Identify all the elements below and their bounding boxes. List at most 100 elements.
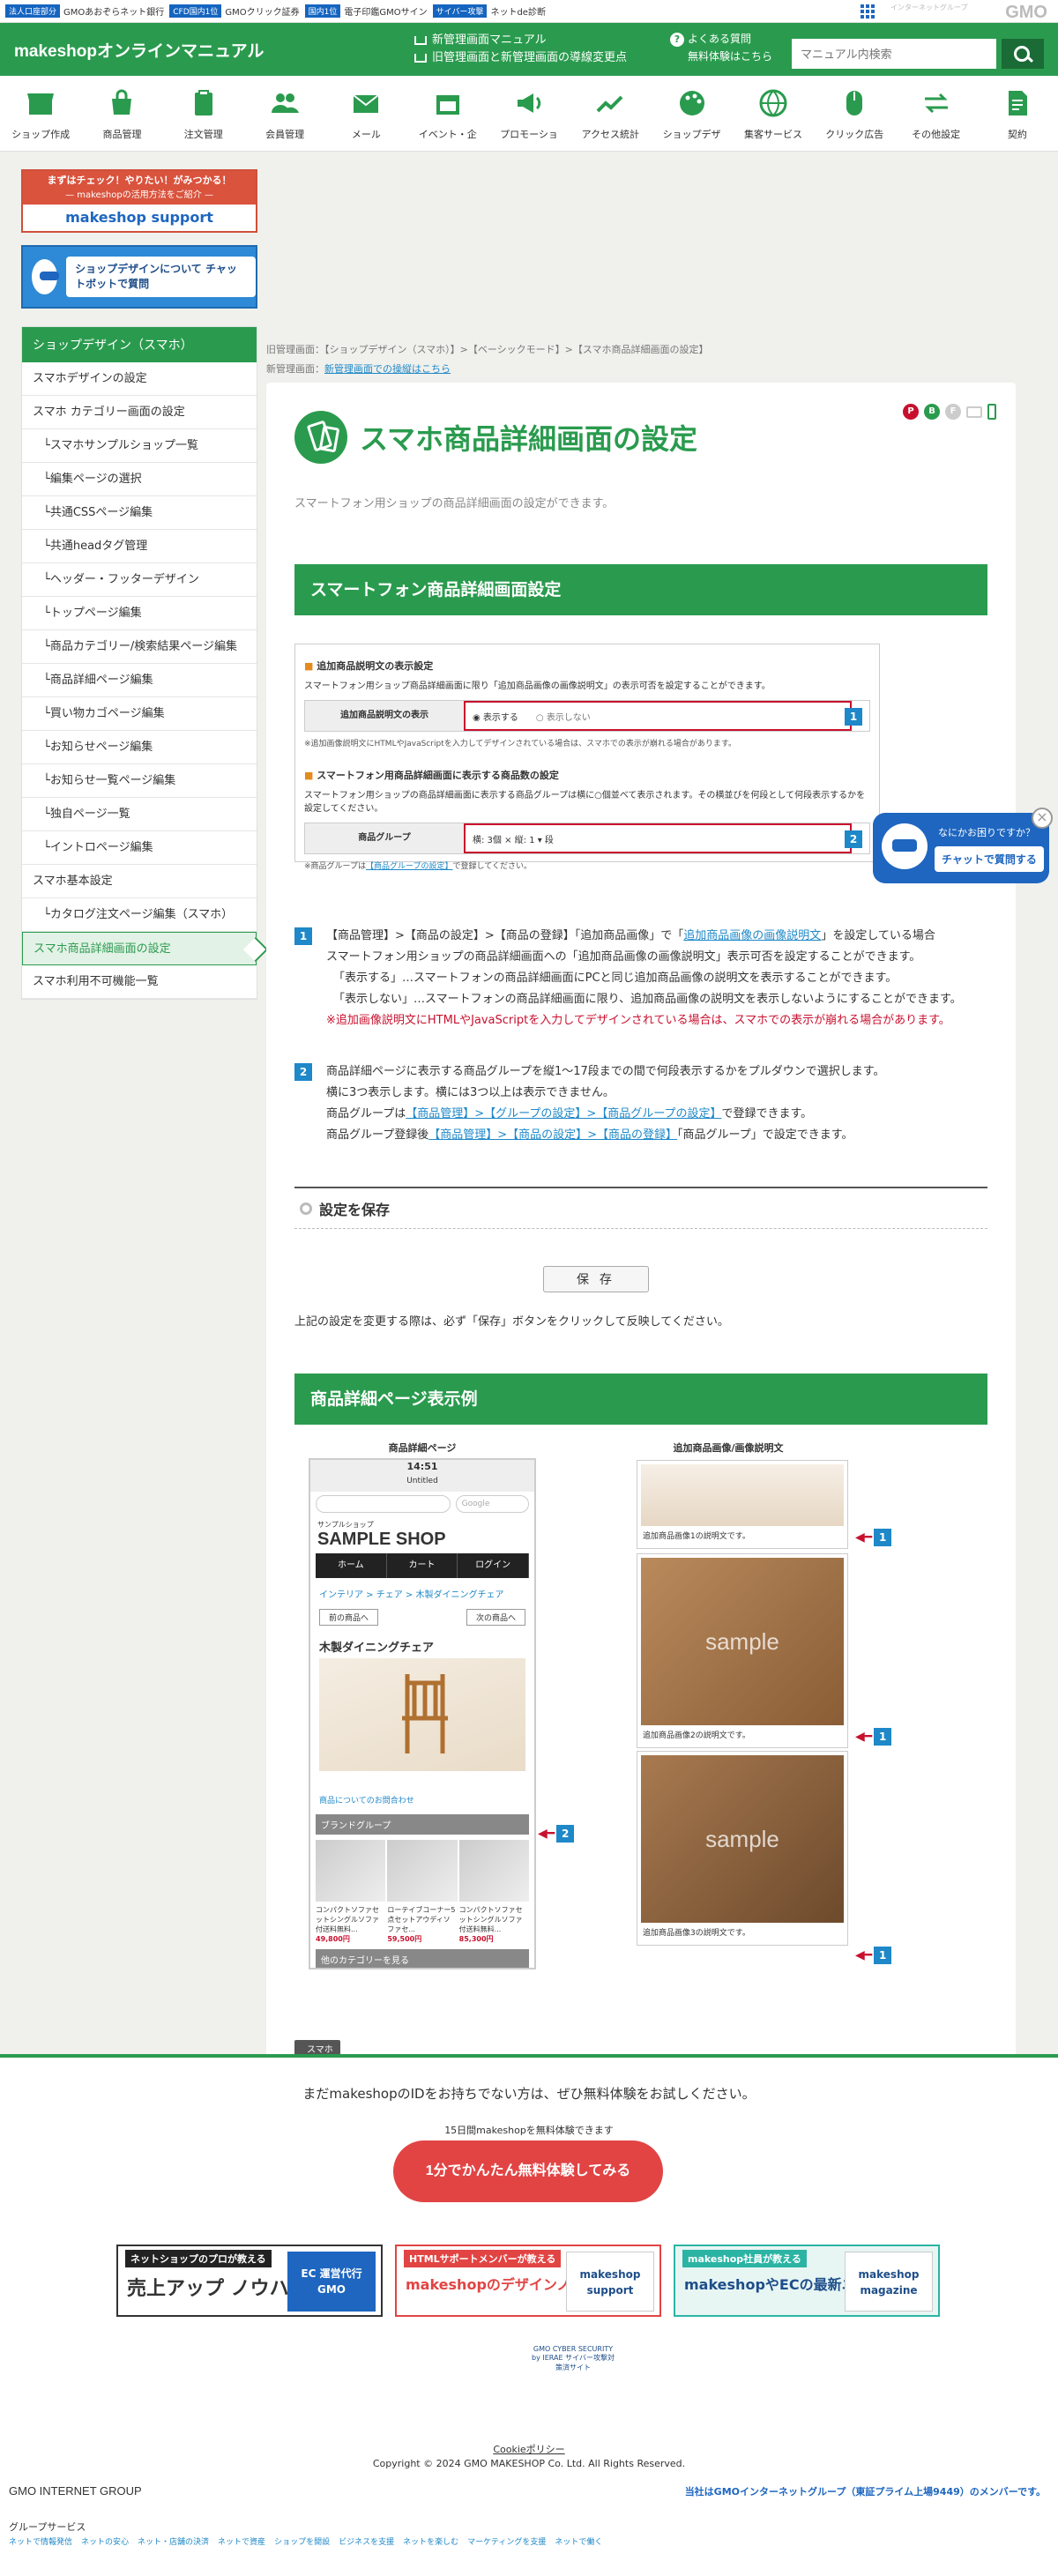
banner-logo: makeshop support <box>566 2252 654 2312</box>
gmo-logo[interactable]: GMO <box>1005 3 1047 23</box>
footer-banner-design[interactable]: HTMLサポートメンバーが教える makeshopのデザインノウハウ makes… <box>395 2245 661 2317</box>
other-category: 他のカテゴリーを見る <box>316 1949 529 1968</box>
side-nav-item[interactable]: スマホデザインの設定 <box>22 362 257 396</box>
side-nav-item[interactable]: スマホ基本設定 <box>22 865 257 898</box>
group-service-link[interactable]: ネットの安心 <box>81 2535 129 2547</box>
search-input[interactable] <box>792 39 996 69</box>
group-service-link[interactable]: マーケティングを支援 <box>467 2535 546 2547</box>
group-service-link[interactable]: ネットで情報発信 <box>9 2535 72 2547</box>
gnav-item-mouse[interactable]: クリック広告 <box>814 76 895 151</box>
robot-icon <box>32 259 60 294</box>
product-image <box>458 1840 529 1902</box>
admin-change-link[interactable]: 旧管理画面と新管理画面の導線変更点 <box>414 49 627 67</box>
gmo-sub: インターネットグループ <box>890 4 968 11</box>
side-nav-item[interactable]: └お知らせ一覧ページ編集 <box>22 764 257 798</box>
free-trial-link[interactable]: 無料体験はこちら <box>670 48 772 65</box>
gnav-item-clipboard[interactable]: 注文管理 <box>163 76 244 151</box>
group-service-link[interactable]: ネットを楽しむ <box>403 2535 458 2547</box>
gnav-label: 集客サービス <box>743 129 802 140</box>
banner-line: まずはチェック！やりたい！がみつかる！ <box>47 175 232 186</box>
side-nav-item[interactable]: └イントロページ編集 <box>22 831 257 865</box>
site-footer: まだmakeshopのIDをお持ちでない方は、ぜひ無料体験をお試しください。 1… <box>0 2054 1058 2576</box>
side-nav-item[interactable]: └トップページ編集 <box>22 597 257 630</box>
new-admin-manual-link[interactable]: 新管理画面マニュアル <box>414 32 627 49</box>
side-nav-item[interactable]: └カタログ注文ページ編集（スマホ） <box>22 898 257 932</box>
gmo-group-logo[interactable]: GMO INTERNET GROUP <box>9 2484 142 2498</box>
gnav-item-swap[interactable]: その他設定 <box>895 76 976 151</box>
group-service-link[interactable]: ネット・店舗の決済 <box>138 2535 209 2547</box>
arrow-left-icon: ◀━ <box>538 1827 555 1841</box>
section-heading-example: 商品詳細ページ表示例 <box>294 1374 987 1425</box>
gnav-item-calendar[interactable]: イベント・企 <box>407 76 488 151</box>
search-button[interactable] <box>1002 39 1044 69</box>
gnav-item-chart[interactable]: アクセス統計 <box>570 76 651 151</box>
save-heading: 設定を保存 <box>294 1187 987 1229</box>
group-service-link[interactable]: ネットで資産 <box>218 2535 265 2547</box>
plan-badge-free: F <box>945 404 961 420</box>
arrow-left-icon: ◀━ <box>855 1730 873 1744</box>
footer-banner-knowhow[interactable]: ネットショップのプロが教える 売上アップ ノウハウ EC 運営代行 GMO <box>116 2245 383 2317</box>
gnav-item-bag[interactable]: 商品管理 <box>81 76 162 151</box>
gnav-label: イベント・企 <box>418 129 477 140</box>
footer-banner-news[interactable]: makeshop社員が教える makeshopやECの最新ニュース makesh… <box>674 2245 940 2317</box>
gnav-item-contract[interactable]: 契約 <box>977 76 1058 151</box>
additional-image-description-link[interactable]: 追加商品画像の画像説明文 <box>683 929 821 942</box>
side-nav-item[interactable]: └共通CSSページ編集 <box>22 496 257 530</box>
banner-line: — makeshopの活用方法をご紹介 — <box>65 190 213 200</box>
chatbot-button[interactable]: チャットで質問する <box>935 846 1044 872</box>
chatbot-banner[interactable]: ショップデザインについて チャットボットで質問 <box>21 245 257 309</box>
side-nav-item[interactable]: └商品カテゴリー/検索結果ページ編集 <box>22 630 257 664</box>
site-logo[interactable]: makeshopオンラインマニュアル <box>14 38 264 62</box>
group-link-3[interactable]: 国内1位 電子印鑑GMOサイン <box>304 4 428 18</box>
group-link-1[interactable]: 法人口座部分 GMOあおぞらネット銀行 <box>5 4 164 18</box>
side-nav-item[interactable]: └買い物カゴページ編集 <box>22 697 257 731</box>
new-label: 新管理画面： <box>266 363 324 375</box>
gnav-item-users[interactable]: 会員管理 <box>244 76 325 151</box>
gnav-item-globe[interactable]: 集客サービス <box>733 76 814 151</box>
contract-icon <box>1001 86 1034 120</box>
group-link-4[interactable]: サイバー攻撃 ネットde診断 <box>432 4 546 18</box>
gnav-item-palette[interactable]: ショップデザ <box>652 76 733 151</box>
group-settings-link[interactable]: 【商品管理】>【グループの設定】>【商品グループの設定】 <box>406 1107 721 1120</box>
faq-link[interactable]: ? よくある質問 <box>670 30 772 48</box>
new-admin-link[interactable]: 新管理画面での操縦はこちら <box>324 363 451 375</box>
gnav-item-mail[interactable]: メール <box>325 76 406 151</box>
side-nav-item[interactable]: スマホ商品詳細画面の設定 <box>22 932 257 965</box>
side-nav-item[interactable]: └編集ページの選択 <box>22 463 257 496</box>
side-nav-header[interactable]: ショップデザイン（スマホ） <box>22 327 257 362</box>
group-service-link[interactable]: ビジネスを支援 <box>339 2535 394 2547</box>
group-service-link[interactable]: ネットで働く <box>555 2535 602 2547</box>
side-nav-item[interactable]: └ヘッダー・フッターデザイン <box>22 563 257 597</box>
group-link-2[interactable]: CFD国内1位 GMOクリック証券 <box>169 4 300 18</box>
shot-note-2: ※商品グループは【商品グループの設定】で登録してください。 <box>304 860 870 871</box>
support-banner[interactable]: まずはチェック！やりたい！がみつかる！ — makeshopの活用方法をご紹介 —… <box>21 169 257 233</box>
image-placeholder: sample <box>641 1755 844 1923</box>
side-nav-item[interactable]: スマホ カテゴリー画面の設定 <box>22 396 257 429</box>
pc-icon <box>966 406 982 418</box>
side-nav-item[interactable]: スマホ利用不可機能一覧 <box>22 965 257 999</box>
apps-grid-icon[interactable] <box>861 4 875 19</box>
group-service-link[interactable]: ショップを開設 <box>274 2535 330 2547</box>
product-register-link[interactable]: 【商品管理】>【商品の設定】>【商品の登録】 <box>428 1128 677 1142</box>
security-certification[interactable]: GMO CYBER SECURITY by IERAE サイバー攻撃対策済サイト <box>529 2345 617 2398</box>
plan-badges: P B F <box>903 404 996 420</box>
gnav-item-shop[interactable]: ショップ作成 <box>0 76 81 151</box>
arrow-left-icon: ◀━ <box>855 1948 873 1962</box>
gnav-label: その他設定 <box>912 129 961 140</box>
group-services-links: ネットで情報発信 ネットの安心 ネット・店舗の決済 ネットで資産 ショップを開設 ビジネス… <box>9 2535 602 2547</box>
side-nav-item[interactable]: └スマホサンプルショップ一覧 <box>22 429 257 463</box>
side-nav-item[interactable]: └共通headタグ管理 <box>22 530 257 563</box>
gnav-label: 商品管理 <box>102 129 142 140</box>
book-icon <box>414 36 427 45</box>
link-label: 新管理画面マニュアル <box>432 34 547 47</box>
close-icon[interactable]: × <box>1032 808 1053 829</box>
smartphone-title-icon <box>294 411 347 464</box>
side-nav-item[interactable]: └お知らせページ編集 <box>22 731 257 764</box>
side-nav-item[interactable]: └商品詳細ページ編集 <box>22 664 257 697</box>
side-nav-item[interactable]: └独自ページ一覧 <box>22 798 257 831</box>
global-nav: ショップ作成 商品管理 注文管理 会員管理 メール イベント・企 プロモーショ アクセス統計 シ… <box>0 76 1058 152</box>
chatbot-widget[interactable]: なにかお困りですか？ チャットで質問する × <box>873 808 1053 883</box>
gnav-item-megaphone[interactable]: プロモーショ <box>488 76 570 151</box>
free-trial-button[interactable]: 1分でかんたん無料体験してみる <box>393 2140 663 2202</box>
cookie-policy-link[interactable]: Cookieポリシー <box>0 2442 1058 2456</box>
